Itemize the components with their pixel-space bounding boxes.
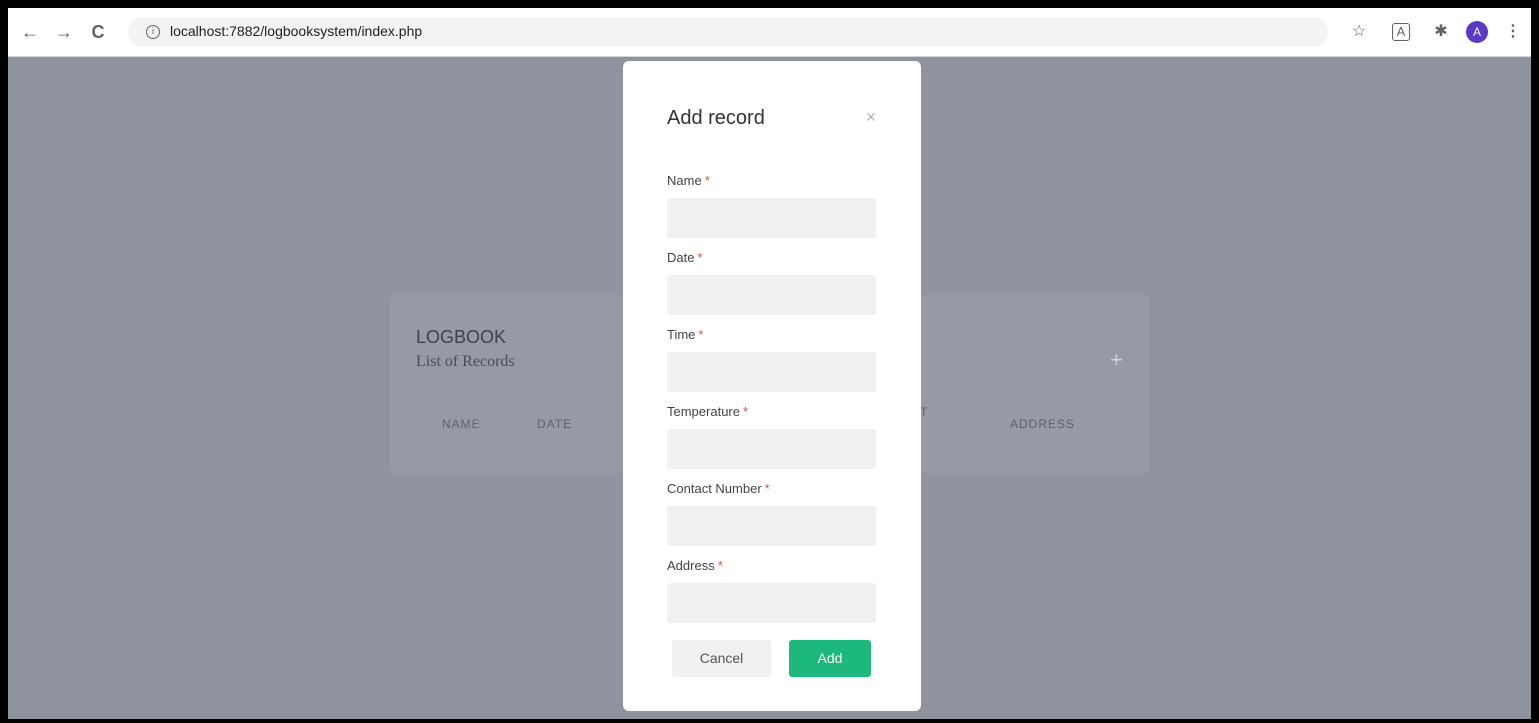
contact-number-label-text: Contact Number — [667, 481, 762, 496]
temperature-label-text: Temperature — [667, 404, 740, 419]
date-input[interactable] — [667, 275, 876, 315]
add-button[interactable]: Add — [789, 640, 871, 677]
contact-number-label: Contact Number * — [667, 481, 770, 496]
address-bar[interactable]: i localhost:7882/logbooksystem/index.php — [128, 17, 1328, 47]
page-title: LOGBOOK — [416, 327, 507, 347]
contact-number-input[interactable] — [667, 506, 876, 546]
name-label-text: Name — [667, 173, 702, 188]
add-record-modal: Add record × Name * Date * Time * Temperatu… — [623, 61, 921, 711]
url-text[interactable]: localhost:7882/logbooksystem/index.php — [170, 23, 422, 39]
required-marker: * — [698, 327, 704, 342]
temperature-label: Temperature * — [667, 404, 748, 419]
required-marker: * — [717, 558, 723, 573]
browser-toolbar: ← → C i localhost:7882/logbooksystem/ind… — [8, 8, 1531, 57]
required-marker: * — [742, 404, 749, 419]
close-icon[interactable]: × — [861, 105, 881, 129]
address-label-text: Address — [667, 558, 715, 573]
puzzle-icon[interactable]: ✱ — [1430, 21, 1452, 43]
temperature-input[interactable] — [667, 429, 876, 469]
menu-icon[interactable]: ⋮ — [1502, 21, 1524, 43]
add-record-icon[interactable]: + — [1110, 347, 1123, 373]
bookmark-star-icon[interactable]: ☆ — [1348, 21, 1370, 43]
forward-icon[interactable]: → — [52, 20, 76, 44]
extension-icon[interactable]: A — [1392, 23, 1410, 41]
browser-window: ← → C i localhost:7882/logbooksystem/ind… — [8, 8, 1531, 719]
back-icon[interactable]: ← — [18, 20, 42, 44]
column-header-date: DATE — [537, 417, 573, 431]
name-input[interactable] — [667, 198, 876, 238]
date-label-text: Date — [667, 250, 695, 265]
address-label: Address * — [667, 558, 723, 573]
cancel-button[interactable]: Cancel — [672, 640, 771, 677]
reload-icon[interactable]: C — [86, 20, 110, 44]
name-label: Name * — [667, 173, 710, 188]
required-marker: * — [704, 173, 710, 188]
required-marker: * — [697, 250, 703, 265]
required-marker: * — [764, 481, 770, 496]
info-icon[interactable]: i — [146, 25, 160, 39]
address-input[interactable] — [667, 583, 876, 623]
date-label: Date * — [667, 250, 703, 265]
records-subtitle: List of Records — [416, 353, 515, 370]
avatar[interactable]: A — [1466, 21, 1488, 43]
time-input[interactable] — [667, 352, 876, 392]
column-header-partial: T — [920, 405, 928, 419]
column-header-address: ADDRESS — [1010, 417, 1076, 431]
time-label-text: Time — [667, 327, 696, 342]
column-header-name: NAME — [442, 417, 481, 431]
time-label: Time * — [667, 327, 703, 342]
modal-title: Add record — [667, 107, 765, 129]
